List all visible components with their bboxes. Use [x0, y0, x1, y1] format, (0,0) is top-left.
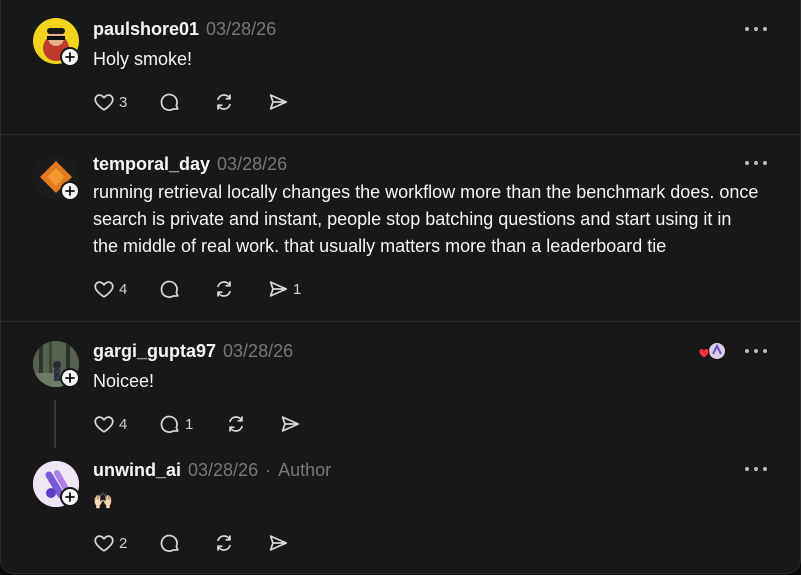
author-separator: ·	[265, 460, 272, 480]
post-unwind-ai: unwind_ai 03/28/26 · Author 🙌🏻 2	[1, 452, 800, 573]
reply-button[interactable]	[159, 531, 213, 555]
reply-button[interactable]: 1	[159, 412, 225, 436]
follow-plus-icon[interactable]	[60, 181, 80, 201]
username[interactable]: gargi_gupta97	[93, 341, 216, 362]
post-header: paulshore01 03/28/26	[93, 19, 276, 40]
repost-icon	[217, 281, 231, 297]
share-button[interactable]	[267, 90, 293, 114]
post-header: gargi_gupta97 03/28/26	[93, 341, 293, 362]
comment-icon	[160, 93, 179, 111]
repost-icon	[217, 94, 231, 110]
username[interactable]: paulshore01	[93, 19, 199, 40]
post-gargi-gupta97: gargi_gupta97 03/28/26 Noicee! 4 1	[1, 322, 800, 452]
share-count: 1	[293, 280, 302, 298]
timestamp[interactable]: 03/28/26	[217, 154, 287, 175]
more-dots-icon[interactable]	[745, 348, 767, 354]
like-count: 4	[119, 415, 128, 433]
like-button[interactable]: 4	[93, 412, 159, 436]
repost-button[interactable]	[225, 412, 279, 436]
repost-button[interactable]	[213, 277, 267, 301]
timestamp[interactable]: 03/28/26	[223, 341, 293, 362]
heart-icon	[94, 535, 114, 552]
more-dots-icon[interactable]	[745, 160, 767, 166]
timestamp[interactable]: 03/28/26	[206, 19, 276, 40]
comment-icon	[160, 415, 179, 433]
heart-icon	[94, 94, 114, 111]
action-bar: 3	[93, 90, 293, 114]
share-button[interactable]	[279, 412, 305, 436]
follow-plus-icon[interactable]	[60, 368, 80, 388]
comment-icon	[160, 534, 179, 552]
thread-panel: paulshore01 03/28/26 Holy smoke! 3 tempo…	[0, 0, 801, 574]
repost-button[interactable]	[213, 90, 267, 114]
follow-plus-icon[interactable]	[60, 47, 80, 67]
share-button[interactable]: 1	[267, 277, 301, 301]
post-header: temporal_day 03/28/26	[93, 154, 287, 175]
post-paulshore01: paulshore01 03/28/26 Holy smoke! 3	[1, 0, 800, 134]
like-count: 3	[119, 93, 128, 111]
username[interactable]: unwind_ai	[93, 460, 181, 481]
like-count: 2	[119, 534, 128, 552]
comment-icon	[160, 280, 179, 298]
reply-button[interactable]	[159, 90, 213, 114]
share-button[interactable]	[267, 531, 293, 555]
timestamp[interactable]: 03/28/26	[188, 460, 258, 481]
send-icon	[269, 535, 288, 551]
post-text: 🙌🏻	[93, 493, 113, 510]
liked-by-author-icon[interactable]	[698, 342, 728, 362]
author-label: Author	[278, 460, 332, 480]
post-text: Noicee!	[93, 371, 155, 391]
like-button[interactable]: 2	[93, 531, 159, 555]
more-dots-icon[interactable]	[745, 466, 767, 472]
thread-line	[54, 400, 56, 448]
more-dots-icon[interactable]	[745, 26, 767, 32]
username[interactable]: temporal_day	[93, 154, 210, 175]
heart-icon	[94, 416, 114, 433]
send-icon	[269, 281, 288, 297]
repost-icon	[229, 416, 243, 432]
reply-count: 1	[185, 415, 194, 433]
reply-button[interactable]	[159, 277, 213, 301]
heart-icon	[94, 281, 114, 298]
like-button[interactable]: 3	[93, 90, 159, 114]
follow-plus-icon[interactable]	[60, 487, 80, 507]
post-text: running retrieval locally changes the wo…	[93, 182, 759, 256]
repost-icon	[217, 535, 231, 551]
post-text: Holy smoke!	[93, 49, 193, 69]
like-count: 4	[119, 280, 128, 298]
action-bar: 4 1	[93, 277, 301, 301]
repost-button[interactable]	[213, 531, 267, 555]
send-icon	[269, 94, 288, 110]
action-bar: 2	[93, 531, 293, 555]
post-temporal-day: temporal_day 03/28/26 running retrieval …	[1, 135, 800, 321]
action-bar: 4 1	[93, 412, 305, 436]
like-button[interactable]: 4	[93, 277, 159, 301]
post-header: unwind_ai 03/28/26 · Author	[93, 460, 331, 481]
send-icon	[281, 416, 300, 432]
